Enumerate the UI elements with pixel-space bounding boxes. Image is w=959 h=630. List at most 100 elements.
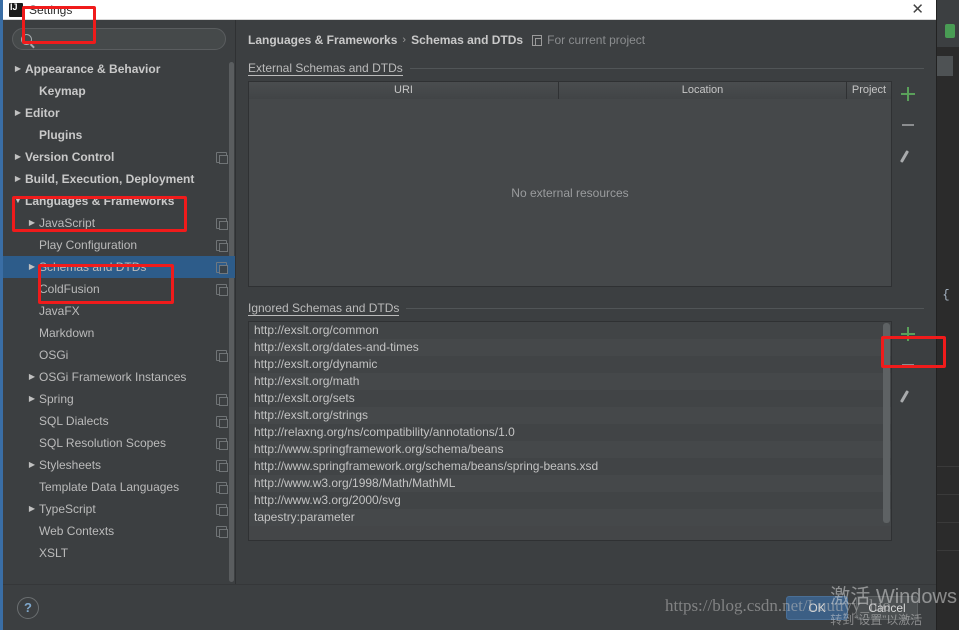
sidebar-item-xslt[interactable]: XSLT bbox=[3, 542, 235, 564]
list-item-partial[interactable] bbox=[249, 526, 891, 540]
cancel-button[interactable]: Cancel bbox=[856, 595, 918, 620]
list-item[interactable]: http://www.springframework.org/schema/be… bbox=[249, 441, 891, 458]
sidebar-item-languages-frameworks[interactable]: ▼ Languages & Frameworks bbox=[3, 190, 235, 212]
sidebar-item-build-execution-deployment[interactable]: ▶ Build, Execution, Deployment bbox=[3, 168, 235, 190]
add-ignored-button[interactable] bbox=[898, 324, 918, 344]
sidebar-item-editor[interactable]: ▶ Editor bbox=[3, 102, 235, 124]
chevron-right-icon[interactable]: ▶ bbox=[11, 153, 25, 161]
sidebar-item-web-contexts[interactable]: Web Contexts bbox=[3, 520, 235, 542]
sidebar-item-label: Play Configuration bbox=[39, 238, 138, 252]
sidebar-item-appearance-behavior[interactable]: ▶ Appearance & Behavior bbox=[3, 58, 235, 80]
sidebar-item-javascript[interactable]: ▶ JavaScript bbox=[3, 212, 235, 234]
list-item[interactable]: http://relaxng.org/ns/compatibility/anno… bbox=[249, 424, 891, 441]
help-button[interactable]: ? bbox=[17, 596, 39, 619]
settings-sidebar: ▶ Appearance & Behavior Keymap ▶ Editor Plugi… bbox=[3, 20, 236, 584]
remove-external-button[interactable] bbox=[898, 115, 918, 135]
external-panel: URI Location Project No external resourc… bbox=[248, 81, 924, 287]
sidebar-item-typescript[interactable]: ▶ TypeScript bbox=[3, 498, 235, 520]
project-scope-icon bbox=[216, 459, 228, 472]
header-rule bbox=[409, 68, 924, 69]
edit-ignored-button[interactable] bbox=[898, 386, 918, 406]
sidebar-item-label: Schemas and DTDs bbox=[39, 260, 147, 274]
list-item[interactable]: http://www.w3.org/2000/svg bbox=[249, 492, 891, 509]
list-item[interactable]: http://exslt.org/dates-and-times bbox=[249, 339, 891, 356]
sidebar-item-sql-dialects[interactable]: SQL Dialects bbox=[3, 410, 235, 432]
scope-note: For current project bbox=[547, 33, 646, 47]
empty-state-message: No external resources bbox=[511, 185, 629, 200]
sidebar-item-label: JavaFX bbox=[39, 304, 80, 318]
sidebar-item-template-data-languages[interactable]: Template Data Languages bbox=[3, 476, 235, 498]
sidebar-item-label: ColdFusion bbox=[39, 282, 100, 296]
breadcrumb-parent[interactable]: Languages & Frameworks bbox=[248, 33, 397, 47]
chevron-right-icon[interactable]: ▶ bbox=[25, 219, 39, 227]
chevron-down-icon[interactable]: ▼ bbox=[11, 197, 25, 205]
sidebar-item-javafx[interactable]: JavaFX bbox=[3, 300, 235, 322]
list-item[interactable]: http://www.w3.org/1998/Math/MathML bbox=[249, 475, 891, 492]
project-scope-icon bbox=[216, 393, 228, 406]
list-item[interactable]: http://exslt.org/sets bbox=[249, 390, 891, 407]
dialog-footer: ? OK Cancel bbox=[3, 584, 936, 630]
list-item[interactable]: tapestry:parameter bbox=[249, 509, 891, 526]
chevron-right-icon[interactable]: ▶ bbox=[25, 263, 39, 271]
search-input[interactable] bbox=[38, 31, 217, 47]
sidebar-item-coldfusion[interactable]: ColdFusion bbox=[3, 278, 235, 300]
chevron-right-icon[interactable]: ▶ bbox=[25, 395, 39, 403]
external-section-title: External Schemas and DTDs bbox=[248, 61, 403, 76]
table-header-row: URI Location Project bbox=[249, 82, 891, 99]
column-header-project[interactable]: Project bbox=[847, 82, 891, 99]
search-icon bbox=[21, 33, 32, 45]
project-scope-icon bbox=[216, 525, 228, 538]
project-scope-icon bbox=[216, 503, 228, 516]
ignored-panel: http://exslt.org/common http://exslt.org/… bbox=[248, 321, 924, 541]
chevron-right-icon[interactable]: ▶ bbox=[25, 461, 39, 469]
column-header-location[interactable]: Location bbox=[559, 82, 847, 99]
sidebar-item-stylesheets[interactable]: ▶ Stylesheets bbox=[3, 454, 235, 476]
project-scope-icon bbox=[216, 217, 228, 230]
sidebar-item-spring[interactable]: ▶ Spring bbox=[3, 388, 235, 410]
ignored-schemas-list[interactable]: http://exslt.org/common http://exslt.org/… bbox=[248, 321, 892, 541]
sidebar-item-osgi-framework-instances[interactable]: ▶ OSGi Framework Instances bbox=[3, 366, 235, 388]
sidebar-item-plugins[interactable]: Plugins bbox=[3, 124, 235, 146]
list-item[interactable]: http://www.springframework.org/schema/be… bbox=[249, 458, 891, 475]
chevron-right-icon[interactable]: ▶ bbox=[11, 65, 25, 73]
sidebar-item-version-control[interactable]: ▶ Version Control bbox=[3, 146, 235, 168]
sidebar-item-sql-resolution-scopes[interactable]: SQL Resolution Scopes bbox=[3, 432, 235, 454]
breadcrumb-separator: › bbox=[402, 34, 407, 46]
chevron-right-icon[interactable]: ▶ bbox=[11, 175, 25, 183]
add-external-button[interactable] bbox=[898, 84, 918, 104]
sidebar-item-schemas-and-dtds[interactable]: ▶ Schemas and DTDs bbox=[3, 256, 235, 278]
settings-tree[interactable]: ▶ Appearance & Behavior Keymap ▶ Editor Plugi… bbox=[3, 56, 235, 584]
sidebar-item-label: SQL Resolution Scopes bbox=[39, 436, 166, 450]
remove-ignored-button[interactable] bbox=[898, 355, 918, 375]
settings-dialog: Settings ✕ ▶Appearance & BehaviorKeymap▶… bbox=[0, 0, 936, 630]
external-resources-table[interactable]: URI Location Project No external resourc… bbox=[248, 81, 892, 287]
chevron-right-icon[interactable]: ▶ bbox=[11, 109, 25, 117]
sidebar-item-markdown[interactable]: Markdown bbox=[3, 322, 235, 344]
list-item[interactable]: http://exslt.org/strings bbox=[249, 407, 891, 424]
sidebar-item-osgi[interactable]: OSGi bbox=[3, 344, 235, 366]
sidebar-item-label: Spring bbox=[39, 392, 74, 406]
sidebar-item-keymap[interactable]: Keymap bbox=[3, 80, 235, 102]
project-scope-icon bbox=[216, 415, 228, 428]
sidebar-item-play-configuration[interactable]: Play Configuration bbox=[3, 234, 235, 256]
list-item[interactable]: http://exslt.org/math bbox=[249, 373, 891, 390]
chevron-right-icon[interactable]: ▶ bbox=[25, 373, 39, 381]
edit-external-button[interactable] bbox=[898, 146, 918, 166]
project-scope-icon bbox=[216, 481, 228, 494]
ok-button[interactable]: OK bbox=[786, 595, 848, 620]
list-item[interactable]: http://exslt.org/dynamic bbox=[249, 356, 891, 373]
sidebar-item-label: Stylesheets bbox=[39, 458, 102, 472]
list-item[interactable]: http://exslt.org/common bbox=[249, 322, 891, 339]
list-scrollbar[interactable] bbox=[883, 323, 890, 523]
sidebar-item-label: Web Contexts bbox=[39, 524, 115, 538]
sidebar-item-label: Keymap bbox=[39, 84, 86, 98]
ignored-toolbar bbox=[892, 321, 924, 541]
search-box[interactable] bbox=[12, 28, 226, 50]
breadcrumb: Languages & Frameworks › Schemas and DTD… bbox=[236, 20, 936, 47]
intellij-logo-icon bbox=[9, 2, 23, 17]
close-icon[interactable]: ✕ bbox=[911, 1, 924, 19]
sidebar-item-label: TypeScript bbox=[39, 502, 96, 516]
project-scope-icon bbox=[216, 437, 228, 450]
column-header-uri[interactable]: URI bbox=[249, 82, 559, 99]
chevron-right-icon[interactable]: ▶ bbox=[25, 505, 39, 513]
